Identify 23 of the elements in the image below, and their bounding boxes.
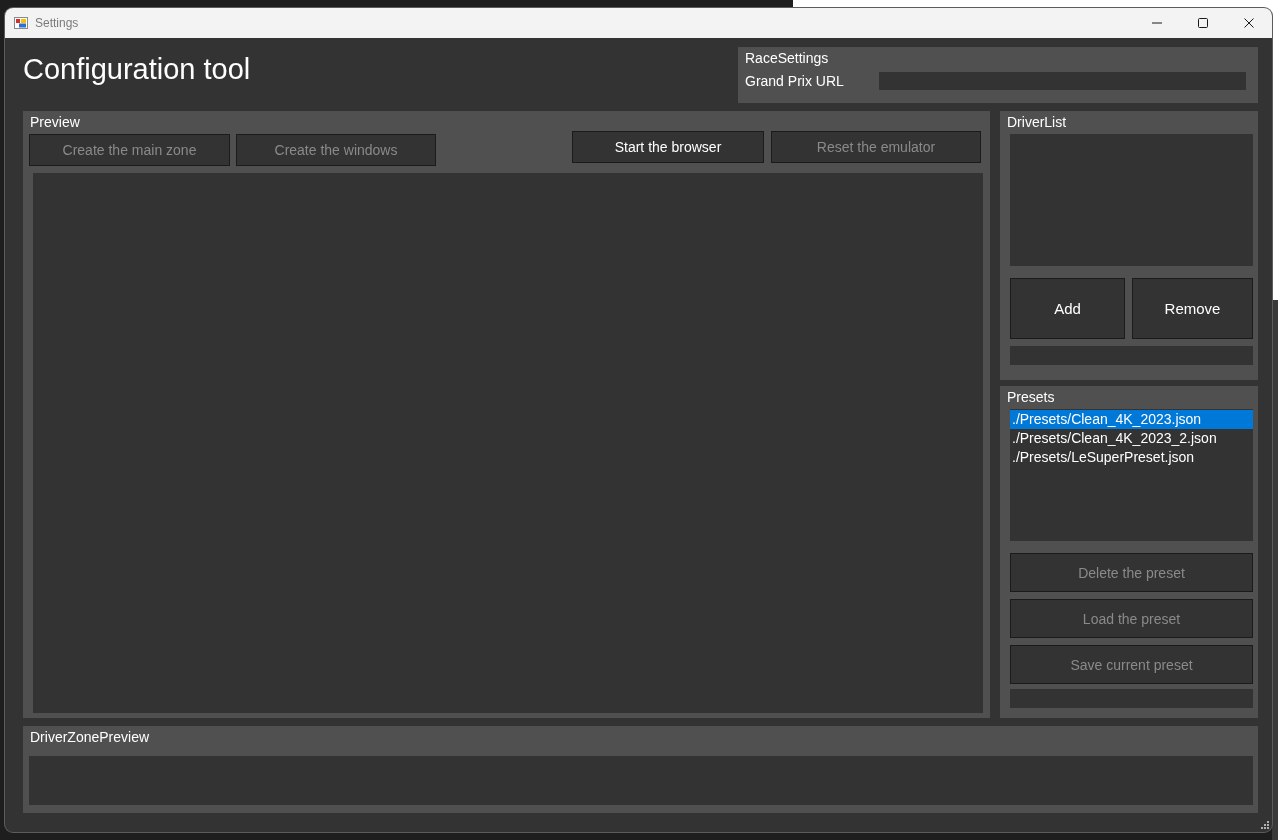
url-field[interactable] — [879, 72, 1246, 90]
preset-item[interactable]: ./Presets/Clean_4K_2023.json — [1010, 410, 1253, 429]
app-icon — [14, 16, 28, 30]
start-browser-button[interactable]: Start the browser — [572, 131, 764, 163]
remove-button[interactable]: Remove — [1132, 278, 1253, 339]
close-icon — [1244, 18, 1254, 28]
group-title: DriverList — [1007, 113, 1067, 131]
preset-name-field[interactable] — [1010, 689, 1253, 708]
maximize-icon — [1198, 18, 1208, 28]
resize-grip-icon[interactable] — [1261, 821, 1269, 829]
group-title: Presets — [1007, 388, 1055, 406]
add-button[interactable]: Add — [1010, 278, 1125, 339]
app-heading: Configuration tool — [23, 52, 251, 86]
preset-item[interactable]: ./Presets/LeSuperPreset.json — [1010, 448, 1253, 467]
group-title: RaceSettings — [745, 49, 829, 68]
window-title: Settings — [35, 16, 79, 30]
preset-item[interactable]: ./Presets/Clean_4K_2023_2.json — [1010, 429, 1253, 448]
presets-list-box[interactable]: ./Presets/Clean_4K_2023.json ./Presets/Clean_4K_2023_2.json ./Presets/LeSuperPreset.json — [1010, 409, 1253, 541]
field-label: Grand Prix URL — [745, 73, 845, 89]
group-title: DriverZonePreview — [30, 728, 150, 746]
driver-list-box[interactable] — [1010, 134, 1253, 266]
driver-name-field[interactable] — [1010, 346, 1253, 365]
group-title: Preview — [30, 113, 80, 131]
